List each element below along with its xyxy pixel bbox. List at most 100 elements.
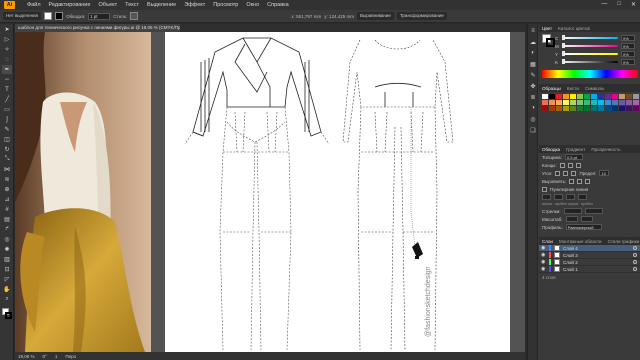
zoom-icon[interactable]: ⌕ [2, 295, 12, 304]
visibility-eye-icon[interactable]: ◉ [541, 252, 546, 258]
tab-layers[interactable]: Слои [542, 239, 553, 244]
layer-name[interactable]: Слой 1 [563, 267, 578, 272]
swatch[interactable] [570, 106, 576, 111]
document-tab[interactable]: шаблон для технического рисунка с линиям… [15, 24, 180, 32]
tab-transparency[interactable]: Прозрачность [591, 147, 620, 152]
swatches-panel-icon[interactable]: ▦ [529, 60, 537, 68]
zoom-level[interactable]: 19,06 % [18, 354, 35, 359]
type-icon[interactable]: T [2, 85, 12, 94]
tab-color-guide[interactable]: Каталог цветов [558, 26, 590, 31]
swatch[interactable] [619, 106, 625, 111]
tab-gradient[interactable]: Градиент [566, 147, 585, 152]
swatch[interactable] [577, 100, 583, 105]
color-panel-icon[interactable]: ◐ [529, 49, 537, 57]
layer-name[interactable]: Слой 4 [563, 246, 578, 251]
layer-row[interactable]: ◉ Слой 1 [539, 266, 640, 273]
tab-artboards[interactable]: Монтажные области [559, 239, 602, 244]
swatch[interactable] [612, 106, 618, 111]
round-cap-icon[interactable] [567, 162, 573, 168]
swatch[interactable] [556, 100, 562, 105]
layer-name[interactable]: Слой 3 [563, 253, 578, 258]
butt-cap-icon[interactable] [559, 162, 565, 168]
stroke-indicator[interactable] [5, 312, 12, 319]
gradient-icon[interactable]: ▤ [2, 215, 12, 224]
x-field[interactable]: x: 551,797 mm [291, 14, 321, 19]
swatch[interactable] [577, 106, 583, 111]
menu-select[interactable]: Выделение [147, 2, 176, 8]
miter-join-icon[interactable] [555, 170, 561, 176]
swatch[interactable] [626, 94, 632, 99]
swatch[interactable] [542, 106, 548, 111]
rotate-icon[interactable]: ↻ [2, 145, 12, 154]
blend-icon[interactable]: ◎ [2, 235, 12, 244]
tab-graphic-styles[interactable]: Стили графики [608, 239, 640, 244]
layers-panel-icon[interactable]: ❑ [529, 126, 537, 134]
visibility-eye-icon[interactable]: ◉ [541, 266, 546, 272]
eyedropper-icon[interactable]: ⌿ [2, 225, 12, 234]
swatch[interactable] [563, 94, 569, 99]
swatch[interactable] [556, 106, 562, 111]
symbols-panel-icon[interactable]: ✤ [529, 82, 537, 90]
swatch[interactable] [591, 106, 597, 111]
tab-brushes[interactable]: Кисти [567, 86, 579, 91]
maximize-icon[interactable]: □ [617, 1, 621, 8]
scale-icon[interactable]: ⤡ [2, 155, 12, 164]
swatch[interactable] [542, 94, 548, 99]
dashed-checkbox[interactable] [542, 186, 547, 192]
rectangle-icon[interactable]: ▭ [2, 105, 12, 114]
swatch[interactable] [549, 94, 555, 99]
scale-start-input[interactable] [565, 216, 578, 222]
gap-field-2[interactable] [578, 194, 587, 200]
pen-icon[interactable]: ✒ [2, 65, 12, 74]
direct-select-icon[interactable]: ▷ [2, 35, 12, 44]
swatch[interactable] [591, 94, 597, 99]
fill-stroke-indicator[interactable] [2, 308, 12, 322]
stroke-weight-field[interactable]: 1 pt [88, 12, 111, 20]
layer-row[interactable]: ◉ Слой 3 [539, 252, 640, 259]
menu-window[interactable]: Окно [246, 2, 259, 8]
swatch[interactable] [549, 106, 555, 111]
slider-thumb[interactable] [562, 51, 565, 56]
tab-stroke[interactable]: Обводка [542, 147, 560, 152]
swatch[interactable] [598, 94, 604, 99]
menu-edit[interactable]: Редактирование [49, 2, 91, 8]
rotation-angle[interactable]: 0° [43, 354, 47, 359]
layer-row[interactable]: ◉ Слой 4 [539, 245, 640, 252]
style-picker[interactable] [130, 12, 139, 20]
curvature-icon[interactable]: ∽ [2, 75, 12, 84]
menu-file[interactable]: Файл [27, 2, 41, 8]
swatch[interactable] [584, 106, 590, 111]
align-center-icon[interactable] [569, 178, 575, 184]
swatch[interactable] [542, 100, 548, 105]
menu-type[interactable]: Текст [125, 2, 139, 8]
swatch[interactable] [633, 100, 639, 105]
menu-help[interactable]: Справка [267, 2, 289, 8]
layer-row[interactable]: ◉ Слой 2 [539, 259, 640, 266]
canvas-area[interactable]: @fashionsketchdesign [15, 32, 525, 352]
target-icon[interactable] [633, 260, 637, 264]
perspective-icon[interactable]: ⊿ [2, 195, 12, 204]
slice-icon[interactable]: ◸ [2, 275, 12, 284]
scale-end-input[interactable] [580, 216, 593, 222]
swatch[interactable] [563, 100, 569, 105]
swatch[interactable] [563, 106, 569, 111]
hand-icon[interactable]: ✋ [2, 285, 12, 294]
y-field[interactable]: y: 124,425 mm [324, 14, 354, 19]
slider-track[interactable] [562, 43, 618, 48]
profile-select[interactable]: Равномерный [565, 224, 602, 230]
stroke-panel-icon[interactable]: ≣ [529, 93, 537, 101]
swatch[interactable] [605, 94, 611, 99]
menu-view[interactable]: Просмотр [213, 2, 238, 8]
slider-thumb[interactable] [562, 43, 565, 48]
dash-field-1[interactable] [542, 194, 551, 200]
tab-swatches[interactable]: Образцы [542, 86, 561, 91]
eraser-icon[interactable]: ◫ [2, 135, 12, 144]
swatch[interactable] [577, 94, 583, 99]
brushes-panel-icon[interactable]: ✎ [529, 71, 537, 79]
swatch[interactable] [570, 100, 576, 105]
swatch[interactable] [633, 94, 639, 99]
fill-swatch[interactable] [44, 12, 53, 20]
slider-value[interactable]: 0% [621, 59, 635, 65]
align-inside-icon[interactable] [577, 178, 583, 184]
target-icon[interactable] [633, 267, 637, 271]
